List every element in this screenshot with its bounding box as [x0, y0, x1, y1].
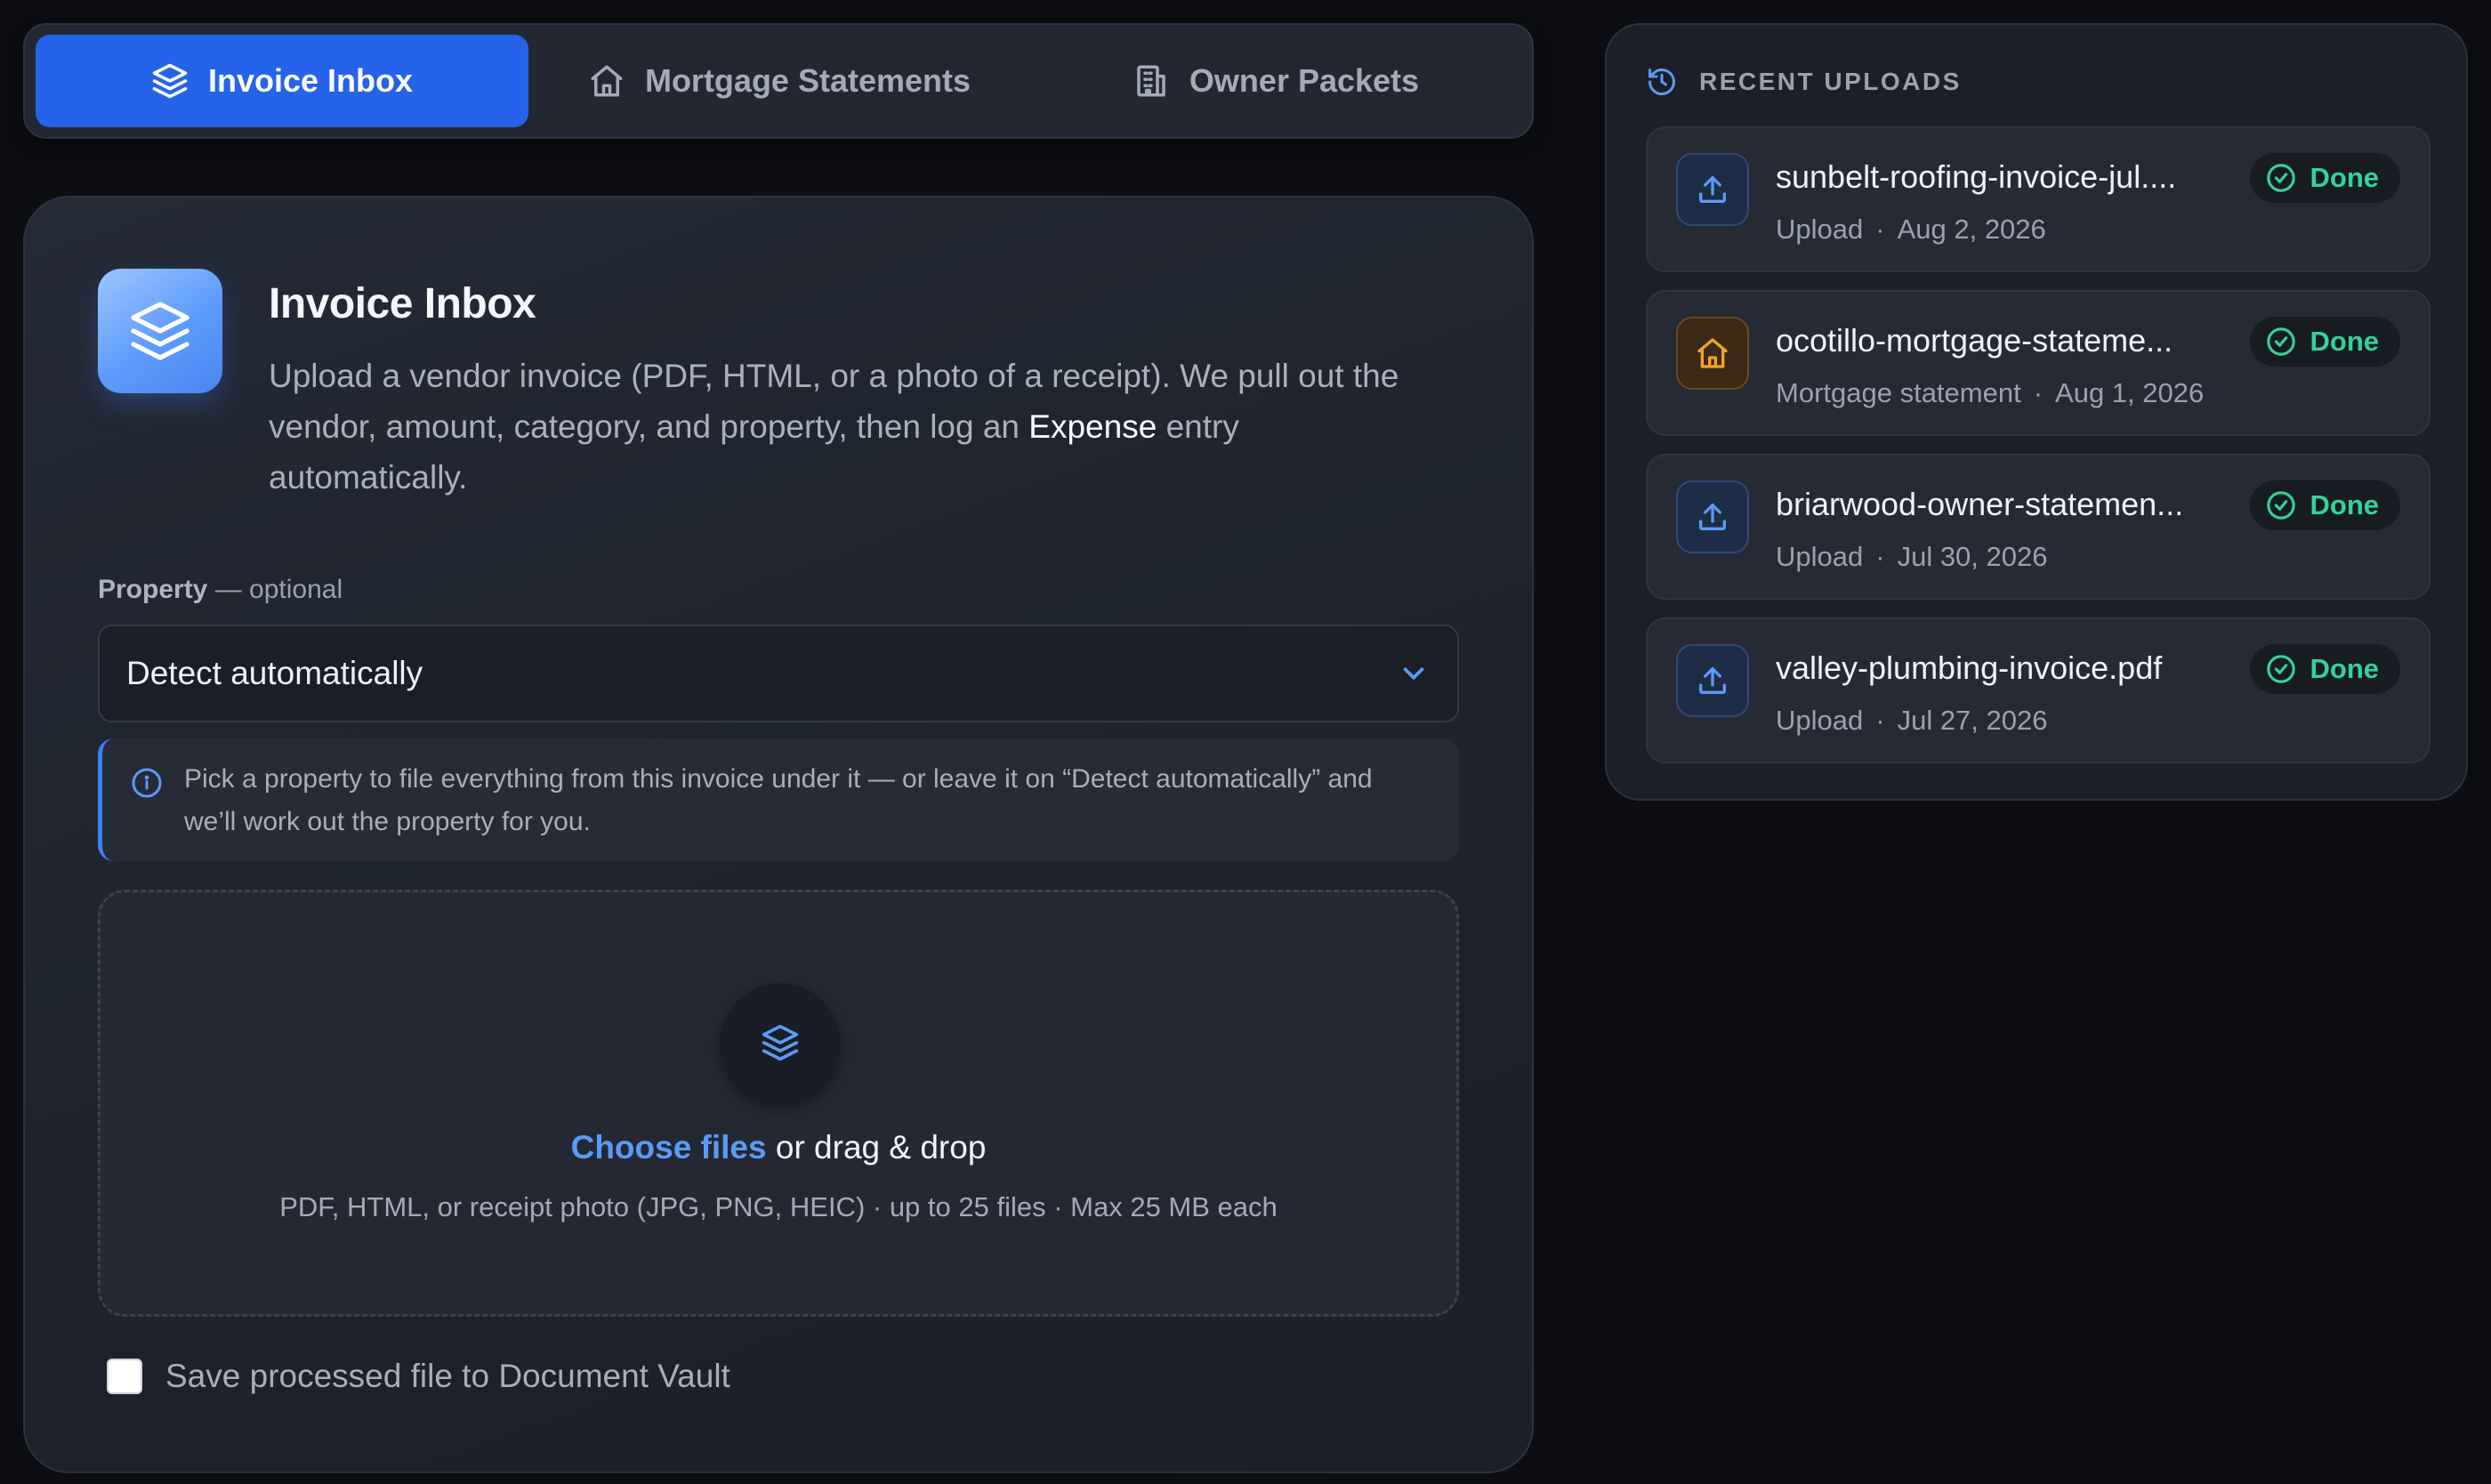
file-dropzone[interactable]: Choose files or drag & drop PDF, HTML, o… [98, 890, 1459, 1317]
tab-label: Owner Packets [1189, 62, 1420, 99]
upload-meta: Upload · Jul 27, 2026 [1776, 705, 2048, 736]
tab-label: Invoice Inbox [207, 62, 414, 99]
upload-filename: valley-plumbing-invoice.pdf [1776, 649, 2163, 686]
check-circle-icon [2266, 490, 2296, 520]
upload-meta: Upload · Aug 2, 2026 [1776, 214, 2046, 245]
chevron-down-icon [1397, 657, 1431, 690]
building-icon [1133, 62, 1170, 100]
home-icon [588, 62, 625, 100]
save-to-vault-option[interactable]: Save processed file to Document Vault [107, 1358, 730, 1395]
upload-item[interactable]: sunbelt-roofing-invoice-jul.... Upload · A… [1646, 126, 2431, 272]
upload-icon [1676, 644, 1749, 717]
history-icon [1646, 66, 1678, 98]
layers-icon [98, 269, 222, 393]
invoice-inbox-card: Invoice Inbox Upload a vendor invoice (P… [23, 196, 1534, 1473]
check-circle-icon [2266, 163, 2296, 193]
check-circle-icon [2266, 327, 2296, 357]
tab-invoice-inbox[interactable]: Invoice Inbox [36, 35, 528, 127]
expense-highlight: Expense [1028, 408, 1157, 445]
upload-item[interactable]: ocotillo-mortgage-stateme... Mortgage st… [1646, 290, 2431, 436]
save-to-vault-checkbox[interactable] [107, 1359, 142, 1394]
upload-filename: ocotillo-mortgage-stateme... [1776, 322, 2173, 359]
info-text: Pick a property to file everything from … [184, 764, 1373, 836]
upload-item[interactable]: briarwood-owner-statemen... Upload · Jul 3… [1646, 454, 2431, 600]
upload-icon [1676, 153, 1749, 226]
home-icon [1676, 317, 1749, 390]
property-select[interactable]: Detect automatically [98, 625, 1459, 722]
layers-icon [151, 62, 189, 100]
upload-filename: briarwood-owner-statemen... [1776, 486, 2184, 522]
page-description: Upload a vendor invoice (PDF, HTML, or a… [269, 358, 1399, 496]
tab-mortgage-statements[interactable]: Mortgage Statements [534, 35, 1025, 127]
check-circle-icon [2266, 654, 2296, 684]
status-badge: Done [2249, 480, 2400, 530]
recent-uploads-title: RECENT UPLOADS [1699, 68, 1962, 95]
property-info-note: Pick a property to file everything from … [98, 738, 1459, 861]
layers-icon [721, 983, 840, 1102]
upload-meta: Mortgage statement · Aug 1, 2026 [1776, 377, 2205, 408]
upload-item[interactable]: valley-plumbing-invoice.pdf Upload · Jul 2… [1646, 617, 2431, 763]
property-label: Property — optional [98, 575, 343, 604]
dropzone-prompt: Choose files or drag & drop [570, 1129, 987, 1165]
upload-icon [1676, 480, 1749, 553]
tab-owner-packets[interactable]: Owner Packets [1030, 35, 1521, 127]
status-badge: Done [2249, 317, 2400, 367]
info-icon [131, 767, 163, 799]
tab-bar: Invoice Inbox Mortgage Statements Owner … [23, 23, 1534, 139]
upload-meta: Upload · Jul 30, 2026 [1776, 541, 2048, 572]
tab-label: Mortgage Statements [644, 62, 971, 99]
recent-uploads-panel: RECENT UPLOADS sunbelt-roofing-invoice-j… [1605, 23, 2468, 801]
status-badge: Done [2249, 153, 2400, 203]
choose-files-link[interactable]: Choose files [571, 1129, 767, 1165]
page-title: Invoice Inbox [269, 280, 536, 327]
recent-uploads-header: RECENT UPLOADS [1646, 66, 1962, 98]
dropzone-hint: PDF, HTML, or receipt photo (JPG, PNG, H… [279, 1191, 1278, 1222]
status-badge: Done [2249, 644, 2400, 694]
save-to-vault-label: Save processed file to Document Vault [165, 1358, 730, 1394]
property-select-value: Detect automatically [126, 655, 423, 691]
upload-filename: sunbelt-roofing-invoice-jul.... [1776, 158, 2177, 195]
